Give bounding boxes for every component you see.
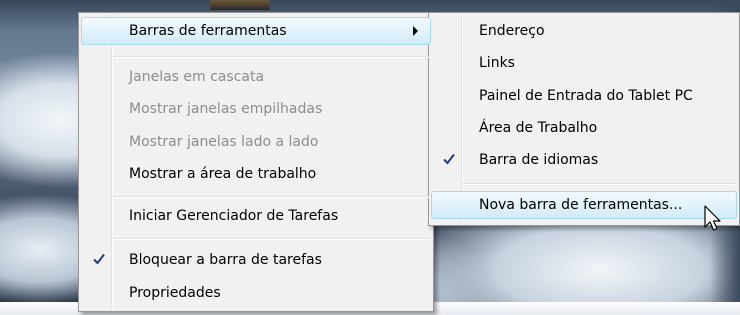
menu-separator [112, 238, 430, 240]
submenu-item-links[interactable]: Links [431, 49, 737, 77]
menu-item-label: Barras de ferramentas [129, 23, 287, 39]
submenu-item-new-toolbar[interactable]: Nova barra de ferramentas... [431, 191, 737, 219]
submenu-item-tablet-input-panel[interactable]: Painel de Entrada do Tablet PC [431, 82, 737, 110]
menu-item-label: Janelas em cascata [129, 69, 265, 85]
menu-item-label: Links [479, 55, 515, 71]
menu-item-label: Mostrar a área de trabalho [129, 166, 317, 182]
menu-item-task-manager[interactable]: Iniciar Gerenciador de Tarefas [81, 202, 431, 230]
submenu-item-language-bar[interactable]: Barra de idiomas [431, 146, 737, 174]
menu-item-label: Bloquear a barra de tarefas [129, 252, 322, 268]
menu-item-label: Propriedades [129, 285, 221, 301]
menu-item-label: Painel de Entrada do Tablet PC [479, 88, 693, 104]
menu-item-label: Área de Trabalho [479, 120, 598, 136]
checkmark-icon [443, 153, 455, 165]
toolbars-submenu: Endereço Links Painel de Entrada do Tabl… [428, 12, 740, 226]
menu-item-properties[interactable]: Propriedades [81, 279, 431, 307]
menu-separator [462, 183, 736, 185]
menu-item-label: Endereço [479, 23, 545, 39]
menu-item-label: Nova barra de ferramentas... [479, 197, 683, 213]
menu-item-show-desktop[interactable]: Mostrar a área de trabalho [81, 160, 431, 188]
menu-item-label: Mostrar janelas empilhadas [129, 101, 323, 117]
chevron-right-icon [413, 26, 418, 36]
checkmark-icon [93, 253, 105, 265]
menu-item-lock-taskbar[interactable]: Bloquear a barra de tarefas [81, 246, 431, 274]
menu-item-show-side-by-side[interactable]: Mostrar janelas lado a lado [81, 128, 431, 156]
menu-item-label: Iniciar Gerenciador de Tarefas [129, 208, 339, 224]
desktop-detail [210, 0, 270, 10]
menu-separator [112, 56, 430, 58]
menu-item-show-stacked[interactable]: Mostrar janelas empilhadas [81, 95, 431, 123]
menu-item-cascade-windows[interactable]: Janelas em cascata [81, 63, 431, 91]
menu-item-toolbars[interactable]: Barras de ferramentas [81, 17, 431, 45]
submenu-item-desktop[interactable]: Área de Trabalho [431, 114, 737, 142]
menu-separator [112, 196, 430, 198]
menu-item-label: Mostrar janelas lado a lado [129, 134, 319, 150]
submenu-item-address[interactable]: Endereço [431, 17, 737, 45]
taskbar-context-menu: Barras de ferramentas Janelas em cascata… [78, 12, 434, 312]
mouse-pointer-icon [704, 205, 721, 231]
menu-item-label: Barra de idiomas [479, 152, 599, 168]
